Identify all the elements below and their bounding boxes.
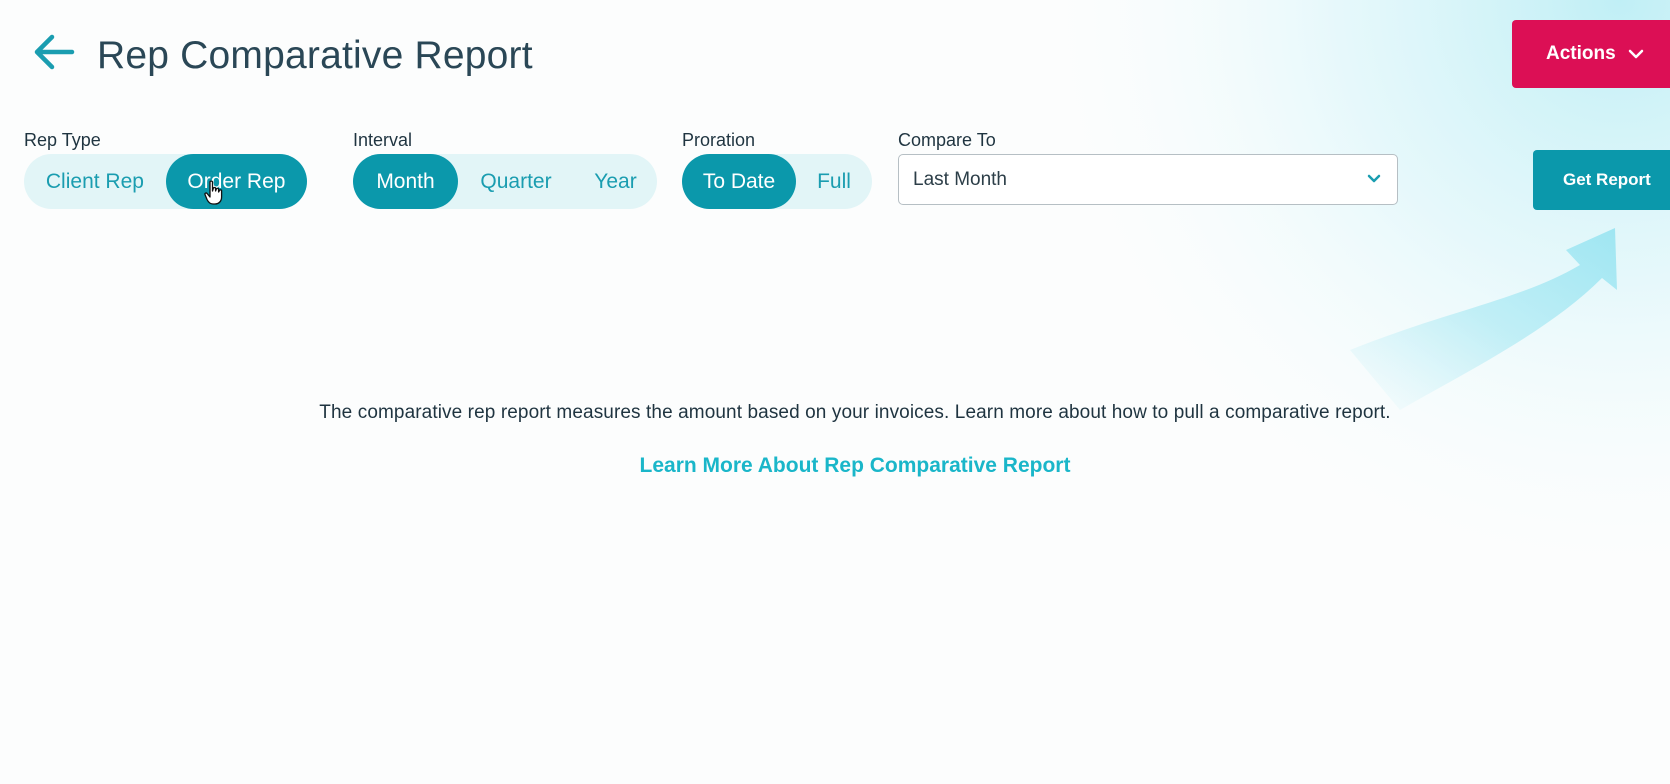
proration-full-option[interactable]: Full xyxy=(796,154,872,209)
rep-type-label: Rep Type xyxy=(24,130,101,150)
arrow-left-icon xyxy=(34,34,75,70)
interval-year-option[interactable]: Year xyxy=(574,154,657,209)
interval-label: Interval xyxy=(353,130,413,150)
proration-label: Proration xyxy=(682,130,756,150)
info-text: The comparative rep report measures the … xyxy=(319,402,1391,423)
back-button[interactable] xyxy=(30,28,78,76)
hand-cursor-icon xyxy=(204,180,223,205)
interval-month-option[interactable]: Month xyxy=(353,154,458,209)
learn-more-link[interactable]: Learn More About Rep Comparative Report xyxy=(0,454,1670,478)
proration-toggle: To Date Full xyxy=(682,154,872,209)
actions-button[interactable]: Actions xyxy=(1512,20,1670,88)
chevron-down-icon xyxy=(1628,49,1643,59)
compare-to-value: Last Month xyxy=(913,168,1007,190)
compare-to-select[interactable]: Last Month xyxy=(898,154,1398,205)
rep-type-client-rep-option[interactable]: Client Rep xyxy=(24,154,166,209)
interval-toggle: Month Quarter Year xyxy=(353,154,657,209)
compare-to-label: Compare To xyxy=(898,130,996,150)
rep-type-toggle: Client Rep Order Rep xyxy=(24,154,307,209)
actions-label: Actions xyxy=(1546,43,1616,64)
report-page: Rep Comparative Report Actions Rep Type … xyxy=(0,0,1670,784)
interval-quarter-option[interactable]: Quarter xyxy=(458,154,574,209)
chevron-down-icon xyxy=(1367,174,1381,183)
rep-type-order-rep-option[interactable]: Order Rep xyxy=(165,154,307,209)
proration-to-date-option[interactable]: To Date xyxy=(682,154,796,209)
get-report-button[interactable]: Get Report xyxy=(1533,150,1670,210)
page-title: Rep Comparative Report xyxy=(97,34,533,77)
